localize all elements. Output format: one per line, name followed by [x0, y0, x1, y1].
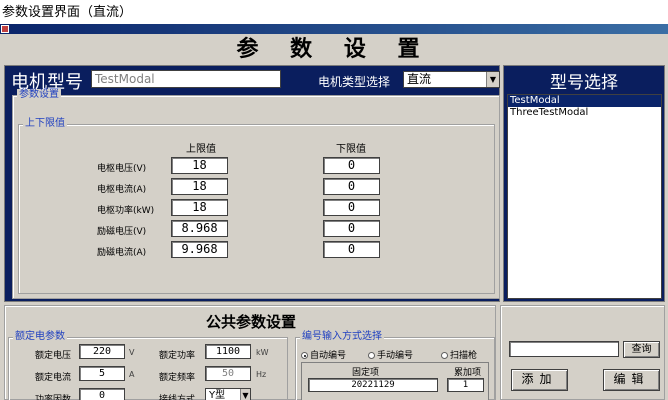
motor-type-label: 电机类型选择 [318, 75, 391, 89]
upper-field-voltage-input[interactable]: 8.968 [171, 220, 228, 237]
rated-freq-input[interactable]: 50 [205, 366, 251, 381]
row-label-armature-current: 电枢电流(A) [97, 185, 147, 195]
row-label-armature-power: 电枢功率(kW) [97, 206, 155, 216]
edit-button[interactable]: 编辑 [603, 369, 660, 391]
params-group: 参数设置 上下限值 上限值 下限值 电枢电压(V) 18 0 电枢电流(A) 1… [12, 89, 500, 299]
motor-type-select[interactable]: 直流 ▼ [403, 71, 500, 88]
motor-type-value: 直流 [407, 72, 432, 86]
code-input-group: 编号输入方式选择 自动编号 手动编号 扫描枪 固定项 累加项 20221129 … [295, 331, 495, 400]
lower-field-current-input[interactable]: 0 [323, 241, 380, 258]
upper-limit-header: 上限值 [186, 144, 216, 155]
wiring-value: Y型 [209, 390, 226, 400]
power-factor-label: 功率因数 [35, 395, 72, 400]
rated-voltage-unit: V [129, 348, 135, 357]
lower-armature-voltage-input[interactable]: 0 [323, 157, 380, 174]
lower-field-voltage-input[interactable]: 0 [323, 220, 380, 237]
row-label-field-current: 励磁电流(A) [97, 248, 147, 258]
window-caption: 参数设置界面（直流） [0, 0, 668, 24]
lower-limit-header: 下限值 [336, 144, 366, 155]
radio-manual-code[interactable]: 手动编号 [368, 348, 413, 361]
rated-current-label: 额定电流 [35, 373, 72, 383]
motor-model-input[interactable]: TestModal [91, 70, 281, 88]
rated-params-label: 额定电参数 [13, 331, 67, 343]
upper-armature-power-input[interactable]: 18 [171, 199, 228, 216]
code-input-label: 编号输入方式选择 [300, 331, 384, 343]
upper-armature-voltage-input[interactable]: 18 [171, 157, 228, 174]
row-label-field-voltage: 励磁电压(V) [97, 227, 147, 237]
model-list-item[interactable]: TestModal [508, 95, 661, 107]
radio-auto-code[interactable]: 自动编号 [301, 348, 346, 361]
upper-field-current-input[interactable]: 9.968 [171, 241, 228, 258]
public-params-panel: 公共参数设置 额定电参数 额定电压 220 V 额定电流 5 A 功率因数 0 … [4, 305, 496, 400]
public-params-title: 公共参数设置 [205, 313, 296, 331]
code-fields-box: 固定项 累加项 20221129 1 [301, 362, 489, 400]
rated-current-unit: A [129, 370, 135, 379]
app-icon[interactable] [1, 25, 9, 33]
incr-item-input[interactable]: 1 [447, 378, 484, 392]
rated-params-group: 额定电参数 额定电压 220 V 额定电流 5 A 功率因数 0 额定功率 11… [8, 331, 288, 400]
rated-freq-label: 额定频率 [159, 373, 196, 383]
rated-voltage-label: 额定电压 [35, 351, 72, 361]
radio-scanner[interactable]: 扫描枪 [441, 348, 477, 361]
chevron-down-icon[interactable]: ▼ [240, 389, 250, 400]
radio-unchecked-icon [441, 352, 448, 359]
rated-power-label: 额定功率 [159, 351, 196, 361]
search-button[interactable]: 查询 [623, 341, 660, 358]
rated-power-input[interactable]: 1100 [205, 344, 251, 359]
incr-item-label: 累加项 [454, 368, 482, 378]
upper-armature-current-input[interactable]: 18 [171, 178, 228, 195]
limits-group: 上下限值 上限值 下限值 电枢电压(V) 18 0 电枢电流(A) 18 0 电… [18, 118, 495, 294]
actions-panel: 查询 添加 编辑 [500, 305, 665, 400]
rated-voltage-input[interactable]: 220 [79, 344, 125, 359]
fixed-item-input[interactable]: 20221129 [308, 378, 438, 392]
lower-armature-power-input[interactable]: 0 [323, 199, 380, 216]
power-factor-input[interactable]: 0 [79, 388, 125, 400]
search-input[interactable] [509, 341, 619, 357]
rated-current-input[interactable]: 5 [79, 366, 125, 381]
motor-panel: 电机型号 TestModal 电机类型选择 直流 ▼ 参数设置 上下限值 上限值… [4, 65, 500, 302]
model-listbox[interactable]: TestModal ThreeTestModal [507, 94, 662, 299]
radio-unchecked-icon [368, 352, 375, 359]
wiring-select[interactable]: Y型 ▼ [205, 388, 251, 400]
rated-freq-unit: Hz [256, 370, 267, 379]
model-list-item[interactable]: ThreeTestModal [508, 107, 661, 119]
lower-armature-current-input[interactable]: 0 [323, 178, 380, 195]
settings-window: 参 数 设 置 电机型号 TestModal 电机类型选择 直流 ▼ 参数设置 … [0, 24, 668, 400]
row-label-armature-voltage: 电枢电压(V) [97, 164, 147, 174]
wiring-label: 接线方式 [159, 395, 196, 400]
params-group-label: 参数设置 [17, 89, 61, 101]
limits-group-label: 上下限值 [23, 118, 67, 130]
model-select-title: 型号选择 [550, 73, 618, 93]
model-select-panel: 型号选择 TestModal ThreeTestModal [503, 65, 665, 302]
title-bar [0, 24, 668, 34]
rated-power-unit: kW [256, 348, 269, 357]
chevron-down-icon[interactable]: ▼ [486, 72, 499, 87]
page-title: 参 数 设 置 [0, 34, 668, 65]
add-button[interactable]: 添加 [511, 369, 568, 391]
radio-checked-icon [301, 352, 308, 359]
fixed-item-label: 固定项 [352, 368, 380, 378]
